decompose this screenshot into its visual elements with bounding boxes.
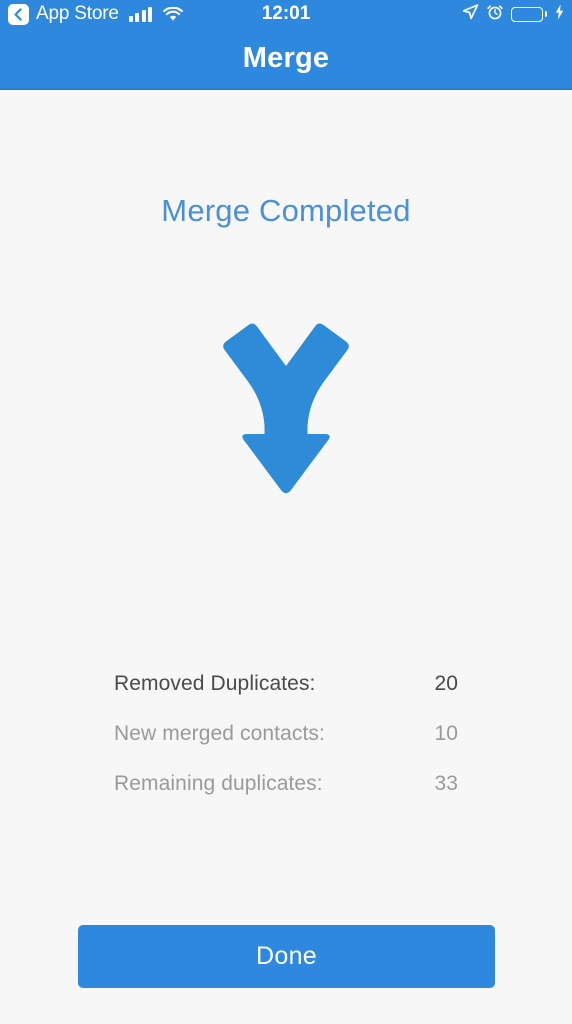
page-title: Merge [242, 41, 330, 74]
alarm-clock-icon [487, 4, 503, 25]
clock-label: 12:01 [261, 3, 311, 24]
completion-headline: Merge Completed [161, 193, 411, 228]
lightning-bolt-icon [555, 4, 564, 25]
main-content: Merge Completed Removed Duplicates: 20 N… [0, 92, 572, 1024]
stat-row-new-merged-contacts: New merged contacts: 10 [114, 722, 458, 772]
carrier-label: App Store [36, 3, 119, 24]
stat-row-remaining-duplicates: Remaining duplicates: 33 [114, 772, 458, 822]
back-chevron-icon[interactable] [8, 3, 29, 25]
stat-label: New merged contacts: [114, 722, 325, 745]
stat-label: Removed Duplicates: [114, 672, 316, 695]
navigation-bar: Merge [0, 28, 572, 90]
status-bar-left: App Store [8, 3, 184, 25]
merge-statistics: Removed Duplicates: 20 New merged contac… [114, 672, 458, 822]
location-arrow-icon [462, 3, 479, 25]
stat-value: 20 [434, 672, 458, 695]
merge-arrow-icon [0, 322, 572, 518]
battery-full-icon [511, 6, 547, 22]
status-bar-right [462, 3, 564, 25]
cellular-signal-icon [128, 6, 153, 22]
done-button[interactable]: Done [78, 925, 495, 988]
stat-row-removed-duplicates: Removed Duplicates: 20 [114, 672, 458, 722]
stat-value: 33 [434, 772, 458, 795]
wifi-icon [163, 6, 184, 22]
status-bar: App Store 12:01 [0, 0, 572, 28]
stat-value: 10 [434, 722, 458, 745]
stat-label: Remaining duplicates: [114, 772, 323, 795]
